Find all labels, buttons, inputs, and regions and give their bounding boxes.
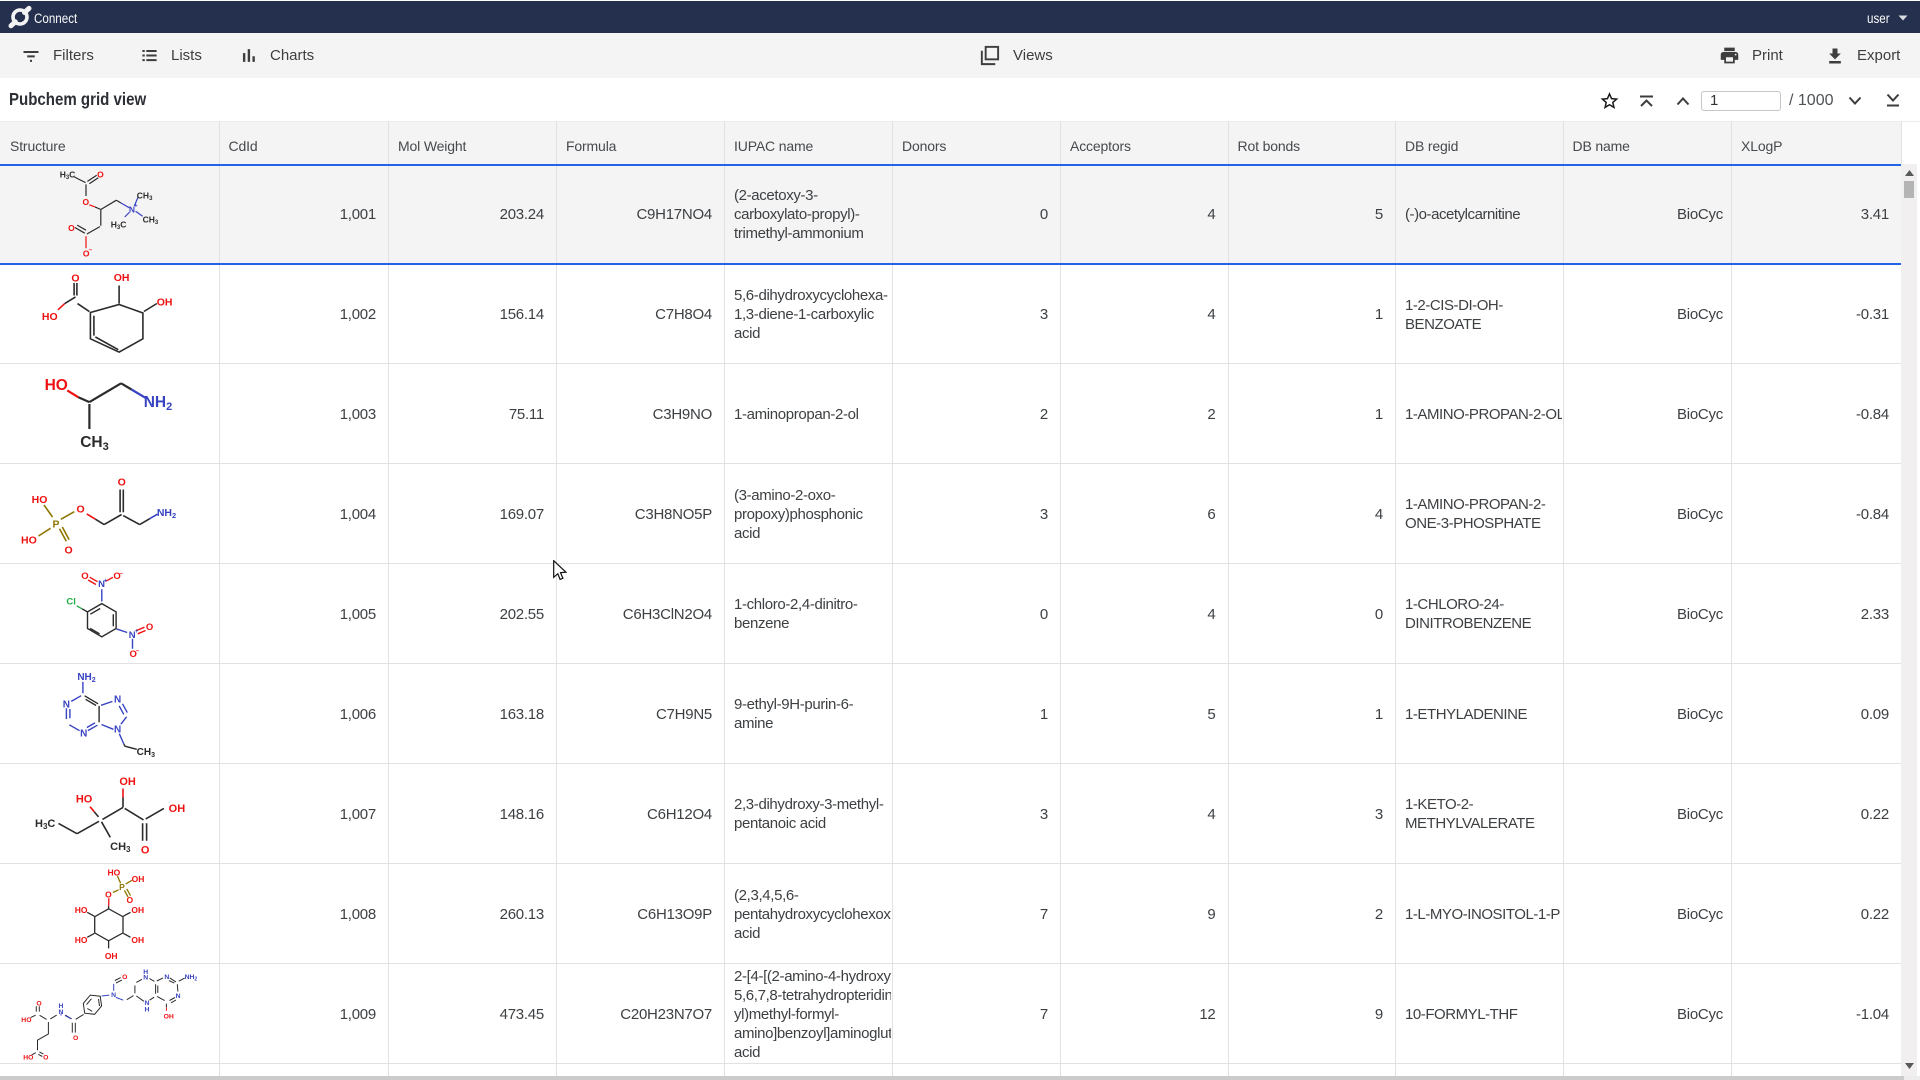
svg-text:N: N: [176, 993, 181, 1000]
svg-text:HO: HO: [76, 794, 93, 806]
svg-text:H3C: H3C: [35, 818, 55, 831]
svg-text:O: O: [68, 223, 75, 233]
svg-text:O: O: [65, 544, 73, 556]
svg-text:N: N: [59, 1009, 64, 1016]
svg-text:NH2: NH2: [157, 507, 176, 520]
svg-text:CH3: CH3: [143, 214, 159, 226]
svg-text:O: O: [97, 170, 104, 180]
svg-text:N: N: [80, 729, 87, 740]
svg-text:OH: OH: [131, 905, 144, 915]
svg-text:N: N: [143, 974, 148, 981]
svg-text:HO: HO: [23, 1055, 33, 1062]
svg-text:OH: OH: [131, 935, 144, 945]
svg-text:HO: HO: [108, 868, 121, 878]
svg-text:CH3: CH3: [137, 190, 153, 202]
svg-text:OH: OH: [114, 272, 130, 284]
svg-text:P: P: [52, 518, 59, 530]
svg-text:N: N: [63, 699, 70, 710]
svg-text:O: O: [73, 1035, 78, 1042]
svg-text:O: O: [146, 622, 153, 633]
svg-text:OH: OH: [105, 951, 118, 961]
svg-text:OH: OH: [164, 1013, 174, 1020]
svg-text:O: O: [81, 571, 88, 582]
svg-text:HO: HO: [45, 377, 68, 394]
svg-text:–: –: [120, 571, 124, 577]
svg-text:NH2: NH2: [144, 394, 173, 413]
svg-text:HO: HO: [75, 935, 88, 945]
svg-text:NH2: NH2: [77, 672, 95, 684]
svg-text:O: O: [118, 476, 126, 488]
svg-text:O: O: [43, 1055, 48, 1062]
svg-text:HO: HO: [32, 494, 48, 506]
svg-text:+: +: [134, 204, 138, 210]
svg-text:HO: HO: [42, 311, 58, 323]
svg-text:HO: HO: [75, 905, 88, 915]
svg-text:N: N: [164, 974, 169, 981]
svg-text:H3C: H3C: [111, 219, 127, 231]
svg-text:O: O: [105, 890, 112, 900]
svg-text:+: +: [104, 578, 108, 584]
svg-text:CH3: CH3: [110, 841, 131, 854]
svg-text:N: N: [114, 725, 121, 736]
svg-text:CH3: CH3: [80, 434, 109, 453]
svg-text:P: P: [119, 882, 125, 892]
svg-text:O: O: [36, 1000, 41, 1007]
svg-text:–: –: [89, 247, 93, 253]
svg-text:N: N: [111, 992, 116, 999]
svg-text:O: O: [71, 273, 79, 285]
svg-text:O: O: [141, 844, 150, 856]
svg-text:O: O: [77, 504, 85, 516]
svg-text:CH3: CH3: [137, 747, 155, 759]
svg-text:H: H: [144, 1007, 149, 1014]
svg-text:O: O: [122, 974, 127, 981]
svg-text:OH: OH: [157, 296, 173, 308]
svg-text:HO: HO: [21, 534, 37, 546]
svg-text:OH: OH: [119, 776, 136, 788]
svg-text:O: O: [126, 895, 133, 905]
svg-text:OH: OH: [132, 874, 145, 884]
svg-text:N: N: [114, 695, 121, 706]
svg-text:Cl: Cl: [66, 596, 76, 607]
svg-text:–: –: [136, 648, 140, 654]
svg-text:NH2: NH2: [185, 974, 198, 983]
svg-text:+: +: [135, 629, 139, 635]
svg-text:OH: OH: [169, 803, 186, 815]
svg-text:H3C: H3C: [60, 170, 76, 182]
svg-text:O: O: [82, 197, 89, 207]
svg-text:HO: HO: [21, 1017, 31, 1024]
